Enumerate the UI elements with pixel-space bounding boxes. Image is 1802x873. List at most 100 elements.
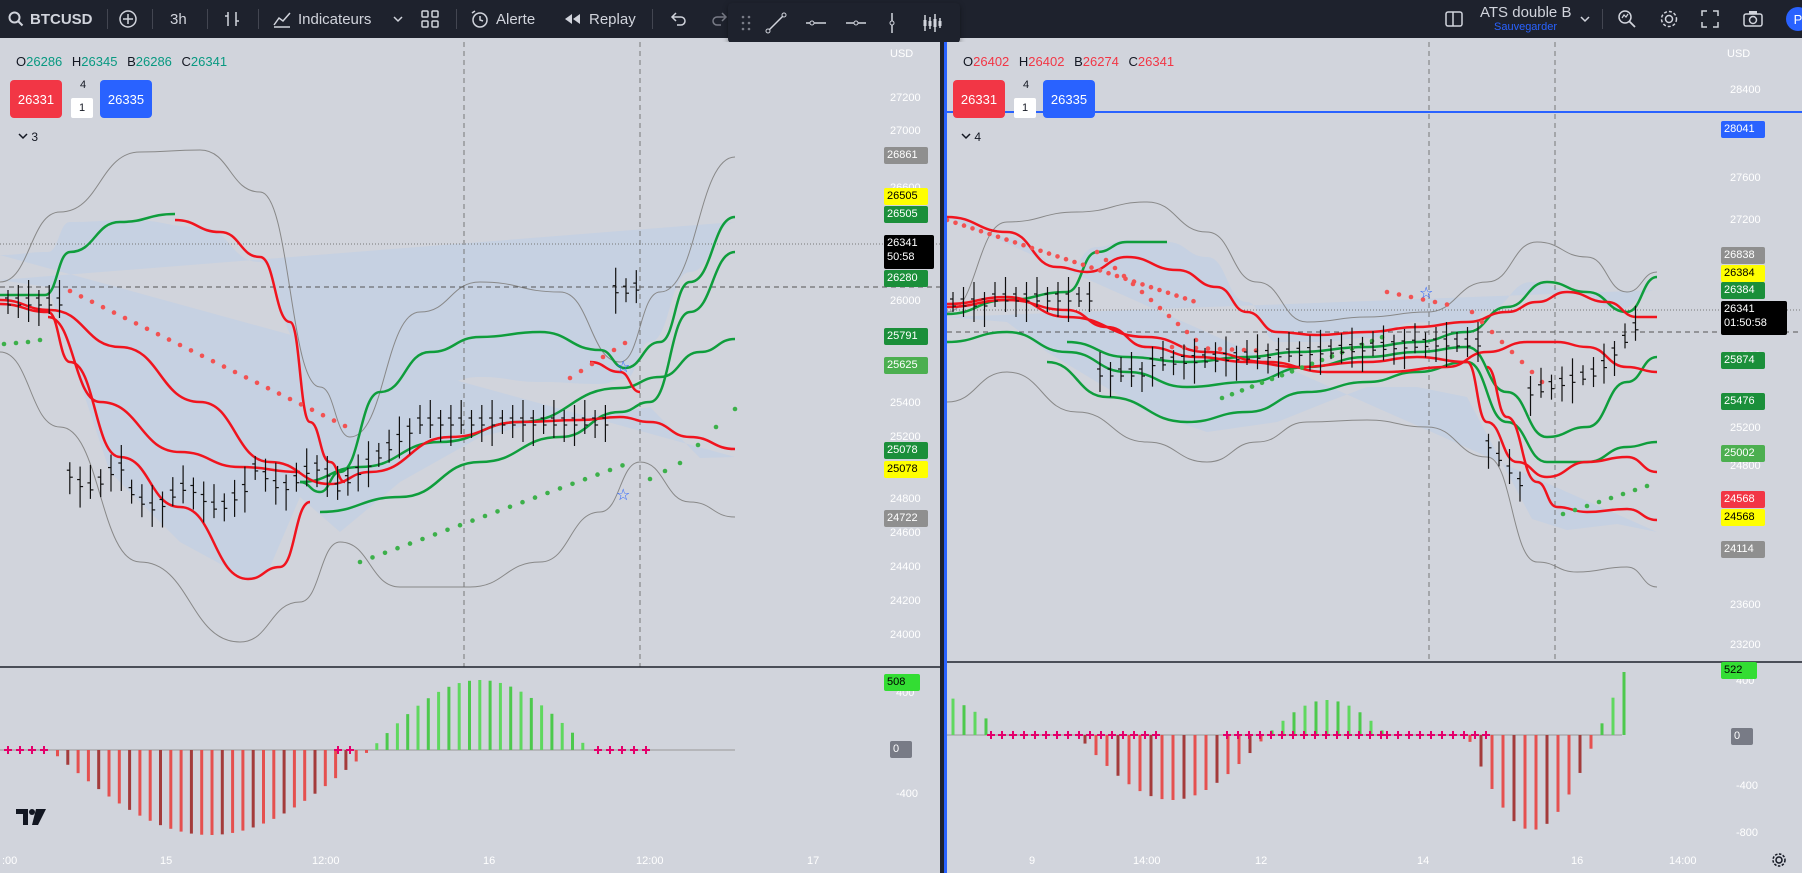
zero-cross-marker [1300, 731, 1308, 739]
oscillator-bar [241, 750, 245, 831]
price-label-l4: 26280 [884, 270, 928, 287]
quick-search-button[interactable] [1616, 0, 1638, 38]
indicators-collapse-toggle[interactable]: 4 [961, 130, 981, 144]
oscillator-bar [447, 686, 451, 750]
layout-dropdown[interactable] [1580, 0, 1590, 38]
currency-label[interactable]: USD [890, 48, 913, 60]
oscillator-bar [313, 750, 317, 794]
sar-dot [1489, 329, 1495, 335]
right-chart-canvas[interactable]: ☆ [947, 42, 1802, 873]
horizontal-line-icon [846, 20, 866, 26]
sar-dot [970, 226, 975, 231]
drag-handle[interactable] [732, 11, 760, 35]
oscillator-bar [581, 742, 585, 750]
sar-dot [1097, 268, 1103, 273]
sar-dot [607, 467, 613, 473]
oscillator-bar [56, 750, 59, 757]
sar-dot [1029, 245, 1035, 251]
sar-dot [1572, 507, 1578, 513]
layout-name-button[interactable]: ATS double B Sauvegarder [1480, 0, 1571, 38]
interval-button[interactable]: 3h [170, 0, 187, 38]
ohlc-bar [1422, 332, 1429, 358]
snapshot-button[interactable] [1742, 0, 1764, 38]
sar-dot [144, 326, 150, 332]
currency-label[interactable]: USD [1727, 48, 1750, 60]
last-price-value: 26341 [1724, 303, 1755, 315]
oscillator-bar [457, 683, 461, 750]
oscillator-bar [1589, 735, 1593, 749]
sar-dot [407, 541, 413, 546]
zero-cross-marker [1031, 731, 1039, 739]
oscillator-bar [282, 750, 286, 814]
long-position-tool[interactable] [918, 11, 946, 35]
sar-dot [987, 231, 992, 237]
profile-button[interactable]: P [1786, 0, 1802, 38]
zero-cross-marker [998, 731, 1006, 739]
fullscreen-button[interactable] [1700, 0, 1720, 38]
sar-dot [1157, 305, 1163, 311]
zero-cross-marker [1278, 731, 1286, 739]
buy-button[interactable]: 26335 [100, 80, 152, 118]
redo-button[interactable] [710, 0, 730, 38]
vertical-line-tool[interactable] [878, 11, 906, 35]
bollinger-band-fill [947, 217, 1657, 532]
time-tick: 12:00 [312, 855, 340, 867]
drag-dots-icon [741, 15, 751, 31]
trend-line-tool[interactable] [762, 11, 790, 35]
sar-dot [1063, 256, 1069, 262]
candles-icon [923, 14, 942, 32]
signal-star-icon: ☆ [1419, 283, 1433, 302]
price-label-l8: 24568 [1721, 509, 1765, 526]
sar-dot [1479, 319, 1485, 325]
compare-symbol-button[interactable] [118, 0, 138, 38]
symbol-search-button[interactable]: BTCUSD [8, 0, 93, 38]
sar-dot [1596, 499, 1602, 505]
price-label-l4: 25874 [1721, 352, 1765, 369]
replay-button[interactable]: Replay [563, 0, 636, 38]
buy-button[interactable]: 26335 [1043, 80, 1095, 118]
zero-cross-marker [1234, 731, 1242, 739]
chart-type-button[interactable] [222, 0, 242, 38]
zero-cross-marker [1064, 731, 1072, 739]
ohlc-bar [1454, 332, 1460, 352]
last-price-label: 26341 50:58 [884, 235, 934, 269]
quantity-field[interactable]: 1 [71, 98, 93, 118]
low-value: 26286 [135, 54, 172, 69]
ohlc-bar [1401, 328, 1408, 369]
ohlc-bar [1086, 282, 1093, 312]
undo-button[interactable] [668, 0, 688, 38]
avatar-initial: P [1793, 11, 1802, 27]
sell-button[interactable]: 26331 [953, 80, 1005, 118]
sar-dot [37, 337, 43, 343]
time-tick: 14:00 [1669, 855, 1697, 867]
sar-dot [188, 348, 194, 353]
sell-button[interactable]: 26331 [10, 80, 62, 118]
sar-dot [1229, 347, 1235, 352]
zero-cross-marker [1256, 731, 1264, 739]
horizontal-ray-tool[interactable] [802, 11, 830, 35]
horizontal-line-tool[interactable] [842, 11, 870, 35]
settings-button[interactable] [1658, 0, 1680, 38]
chart-pane-left[interactable]: ☆ ☆ O26286 H26345 B26286 C26341 26331 4 1… [0, 42, 940, 873]
oscillator-bar [1556, 735, 1560, 812]
indicators-button[interactable]: Indicateurs [272, 0, 371, 38]
quantity-field[interactable]: 1 [1014, 98, 1036, 118]
price-label-l9: 24114 [1721, 541, 1765, 558]
oscillator-bar [210, 750, 214, 835]
left-chart-canvas[interactable]: ☆☆ [0, 42, 940, 873]
zero-cross-marker [1471, 731, 1479, 739]
tradingview-logo-icon[interactable] [14, 806, 50, 828]
sar-dot [1165, 290, 1171, 296]
indicators-collapse-toggle[interactable]: 3 [18, 130, 38, 144]
indicators-count: 3 [31, 130, 39, 144]
sar-dot [520, 499, 525, 505]
settings-gear-icon[interactable] [1771, 852, 1787, 868]
alert-button[interactable]: Alerte [470, 0, 535, 38]
indicators-dropdown[interactable] [393, 0, 403, 38]
chart-pane-right[interactable]: ☆ O26402 H26402 B26274 C26341 26331 4 1 … [944, 42, 1802, 873]
layout-toggle-button[interactable] [1444, 0, 1464, 38]
oscillator-bar [1622, 672, 1626, 735]
templates-button[interactable] [420, 0, 440, 38]
ohlc-bar [602, 405, 609, 442]
quantity-top: 4 [80, 79, 87, 91]
